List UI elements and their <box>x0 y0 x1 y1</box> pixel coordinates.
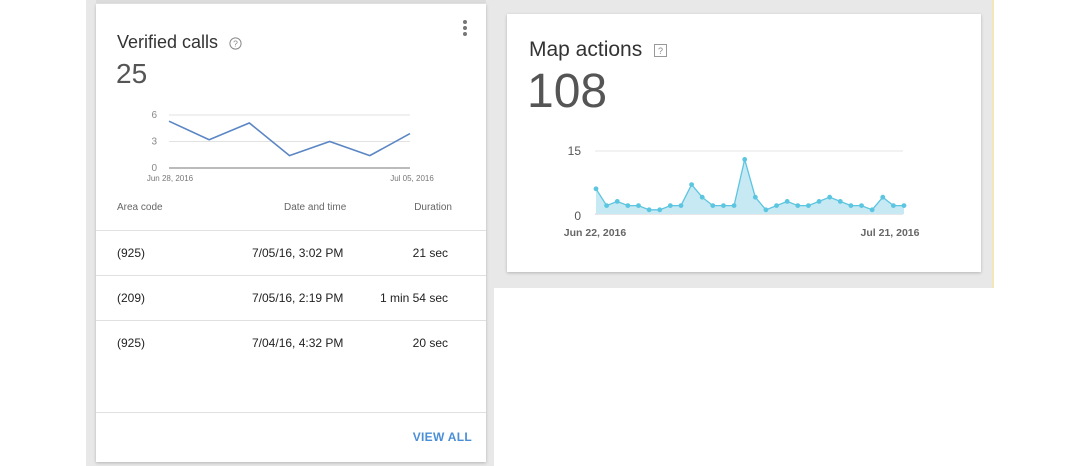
map-data-point <box>614 199 620 204</box>
calls-table-header: Area code Date and time Duration <box>96 202 486 222</box>
y-tick-label: 3 <box>151 137 157 148</box>
map-data-point <box>827 194 833 200</box>
map-data-point <box>890 203 896 209</box>
row-duration: 1 min 54 sec <box>379 291 448 305</box>
header-area-code: Area code <box>117 202 163 213</box>
map-data-point <box>646 207 652 213</box>
map-data-point <box>625 203 631 209</box>
map-data-point <box>859 203 864 209</box>
map-data-point <box>657 207 663 213</box>
map-data-point <box>837 199 843 204</box>
view-all-button[interactable]: VIEW ALL <box>413 430 472 444</box>
map-actions-card: Map actions ? 108 0 15 Jun 22, 2016 Jul 21,… <box>507 14 981 272</box>
table-row: (925) 7/04/16, 4:32 PM 20 sec <box>96 320 486 366</box>
y-tick-label: 6 <box>151 110 157 121</box>
map-data-point <box>795 203 801 209</box>
map-data-point <box>752 194 758 200</box>
map-data-point <box>848 203 854 209</box>
header-date-time: Date and time <box>284 202 347 213</box>
card-above-strip <box>96 0 486 3</box>
map-actions-chart: 0 15 Jun 22, 2016 Jul 21, 2016 <box>564 144 920 239</box>
panel-edge-divider <box>992 0 994 288</box>
x-tick-label: Jul 21, 2016 <box>861 227 920 239</box>
row-duration: 21 sec <box>412 246 448 260</box>
map-data-point <box>689 182 694 188</box>
map-data-point <box>699 194 705 200</box>
row-area-code: (209) <box>117 291 146 305</box>
y-tick-label: 0 <box>574 209 581 223</box>
map-data-point <box>636 203 641 209</box>
map-data-point <box>806 203 811 209</box>
table-row: (209) 7/05/16, 2:19 PM 1 min 54 sec <box>96 275 486 321</box>
verified-calls-card: Verified calls ? 25 0 3 6 Jun 28, 2016 Jul 0… <box>96 4 486 462</box>
map-data-point <box>710 203 716 209</box>
map-data-point <box>784 199 790 204</box>
x-tick-label: Jun 22, 2016 <box>564 227 627 239</box>
map-data-point <box>816 199 822 204</box>
map-data-point <box>667 203 673 209</box>
y-tick-label: 15 <box>568 144 582 158</box>
map-data-point <box>880 194 886 200</box>
table-row: (925) 7/05/16, 3:02 PM 21 sec <box>96 230 486 276</box>
map-data-point <box>869 207 875 213</box>
row-area-code: (925) <box>117 246 146 260</box>
table-bottom-divider <box>96 412 486 413</box>
map-data-point <box>731 203 737 209</box>
map-data-point <box>774 203 779 209</box>
row-area-code: (925) <box>117 336 146 350</box>
map-data-point <box>763 207 769 213</box>
header-duration: Duration <box>414 202 452 213</box>
map-data-point <box>678 203 684 209</box>
calls-series-line <box>168 120 411 157</box>
map-data-point <box>742 157 748 162</box>
y-tick-label: 0 <box>151 163 157 174</box>
map-data-point <box>604 203 610 209</box>
verified-calls-chart: 0 3 6 Jun 28, 2016 Jul 05, 2016 <box>147 110 434 183</box>
row-duration: 20 sec <box>412 336 448 350</box>
x-tick-label: Jun 28, 2016 <box>147 174 194 183</box>
row-date-time: 7/05/16, 3:02 PM <box>252 246 344 260</box>
map-data-point <box>901 203 907 209</box>
x-tick-label: Jul 05, 2016 <box>390 174 434 183</box>
map-data-point <box>721 203 726 209</box>
map-data-point <box>593 186 599 192</box>
row-date-time: 7/05/16, 2:19 PM <box>252 291 344 305</box>
row-date-time: 7/04/16, 4:32 PM <box>252 336 344 350</box>
